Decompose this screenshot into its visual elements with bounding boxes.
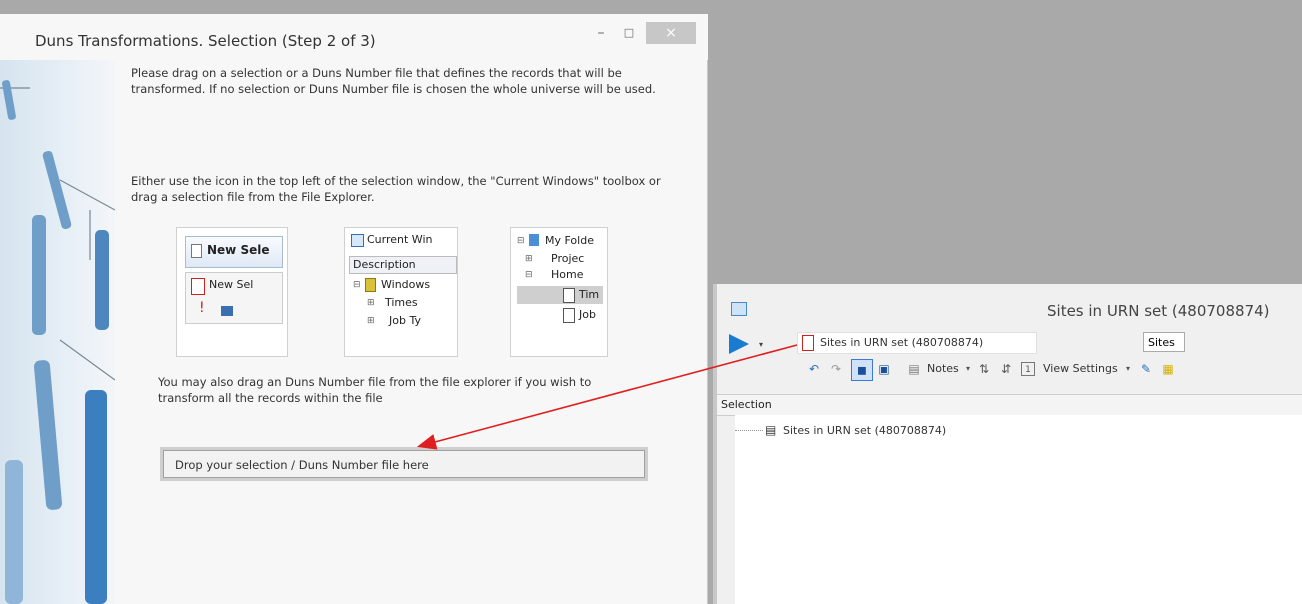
thumb-projects-item: Projec <box>551 252 585 265</box>
minimize-button[interactable]: – <box>588 22 614 44</box>
sort-icon[interactable]: ⇅ <box>977 362 991 376</box>
folder-icon <box>365 278 376 292</box>
file-icon <box>563 308 575 323</box>
wizard-title: Duns Transformations. Selection (Step 2 … <box>35 32 376 50</box>
selection-header-label: Selection <box>721 398 772 411</box>
wizard-title-bar[interactable]: Duns Transformations. Selection (Step 2 … <box>0 14 708 60</box>
selection-icon <box>221 306 233 316</box>
my-folder-icon <box>529 234 539 246</box>
current-windows-thumbnail: Current Win Description ⊟ Windows ⊞ Time… <box>344 227 458 357</box>
maximize-button[interactable]: □ <box>618 22 640 44</box>
wizard-side-graphic <box>0 60 115 604</box>
drop-zone-label: Drop your selection / Duns Number file h… <box>175 458 429 472</box>
instruction-paragraph-2: Either use the icon in the top left of t… <box>131 174 661 204</box>
thumb-my-folders-item: My Folde <box>545 234 594 247</box>
selection-toolbar-top: ▾ Sites in URN set (480708874) Sites <box>717 328 1302 356</box>
count-icon[interactable]: 1 <box>1021 362 1035 376</box>
tree-connector <box>735 430 763 431</box>
selection-column-header: Selection <box>717 394 1302 416</box>
run-icon: ! <box>199 300 205 316</box>
sites-set-icon: ▤ <box>765 423 777 437</box>
selection-doc-icon[interactable] <box>802 335 814 351</box>
play-dropdown-icon[interactable]: ▾ <box>759 340 763 349</box>
notes-icon[interactable]: ▤ <box>907 362 921 376</box>
selection-name-text: Sites in URN set (480708874) <box>820 336 984 349</box>
thumb-home-item: Home <box>551 268 584 281</box>
new-selection-doc-icon <box>191 278 205 295</box>
duns-wizard-window: Duns Transformations. Selection (Step 2 … <box>0 14 708 604</box>
filter-icon[interactable]: ⇵ <box>999 362 1013 376</box>
thumb-times-file: Tim <box>579 288 600 301</box>
instruction-paragraph-1: Please drag on a selection or a Duns Num… <box>131 66 656 96</box>
thumb-current-windows-title: Current Win <box>367 233 433 246</box>
thumb-new-selection-title: New Sele <box>207 243 270 257</box>
thumb-jobtype-item: Job Ty <box>389 314 421 327</box>
selection-window-title: Sites in URN set (480708874) <box>1047 302 1270 320</box>
play-icon[interactable] <box>727 332 755 356</box>
thumb-description-column: Description <box>353 258 416 271</box>
selection-window: Sites in URN set (480708874) ▾ Sites in … <box>713 284 1302 604</box>
thumb-job-file: Job <box>579 308 596 321</box>
selection-name-field[interactable]: Sites in URN set (480708874) <box>797 332 1037 354</box>
tools-icon[interactable]: ✎ <box>1139 362 1153 376</box>
undo-icon[interactable]: ↶ <box>807 362 821 376</box>
sites-field[interactable]: Sites <box>1143 332 1185 352</box>
notes-button[interactable]: Notes <box>927 362 959 375</box>
file-explorer-thumbnail: ⊟ My Folde ⊞ Projec ⊟ Home Tim Job <box>510 227 608 357</box>
thumb-windows-item: Windows <box>381 278 431 291</box>
document-icon <box>191 244 202 258</box>
window-icon <box>731 302 747 316</box>
view-settings-button[interactable]: View Settings <box>1043 362 1118 375</box>
selection-title-bar[interactable]: Sites in URN set (480708874) <box>717 284 1302 328</box>
drop-zone[interactable]: Drop your selection / Duns Number file h… <box>160 447 648 481</box>
redo-icon[interactable]: ↷ <box>829 362 843 376</box>
flowchart-graphic <box>0 80 115 604</box>
instruction-paragraph-3: You may also drag an Duns Number file fr… <box>158 375 592 405</box>
selection-tree: ▤ Sites in URN set (480708874) <box>735 415 1302 604</box>
thumb-new-selection-item: New Sel <box>209 278 254 291</box>
close-button[interactable]: × <box>646 22 696 44</box>
save-icon[interactable]: ▣ <box>877 362 891 376</box>
selection-mode-icon[interactable]: ◼ <box>851 359 873 381</box>
window-icon <box>351 234 364 247</box>
notes-dropdown-icon[interactable]: ▾ <box>961 362 975 376</box>
report-icon[interactable]: ▦ <box>1161 362 1175 376</box>
view-settings-dropdown-icon[interactable]: ▾ <box>1121 362 1135 376</box>
file-icon <box>563 288 575 303</box>
new-selection-thumbnail: New Sele New Sel ! <box>176 227 288 357</box>
wizard-body: Please drag on a selection or a Duns Num… <box>115 60 707 604</box>
selection-toolbar-bottom: ↶ ↷ ◼ ▣ ▤ Notes ▾ ⇅ ⇵ 1 View Settings ▾ … <box>717 356 1302 384</box>
tree-item-sites[interactable]: Sites in URN set (480708874) <box>783 424 946 437</box>
thumb-times-item: Times <box>385 296 418 309</box>
